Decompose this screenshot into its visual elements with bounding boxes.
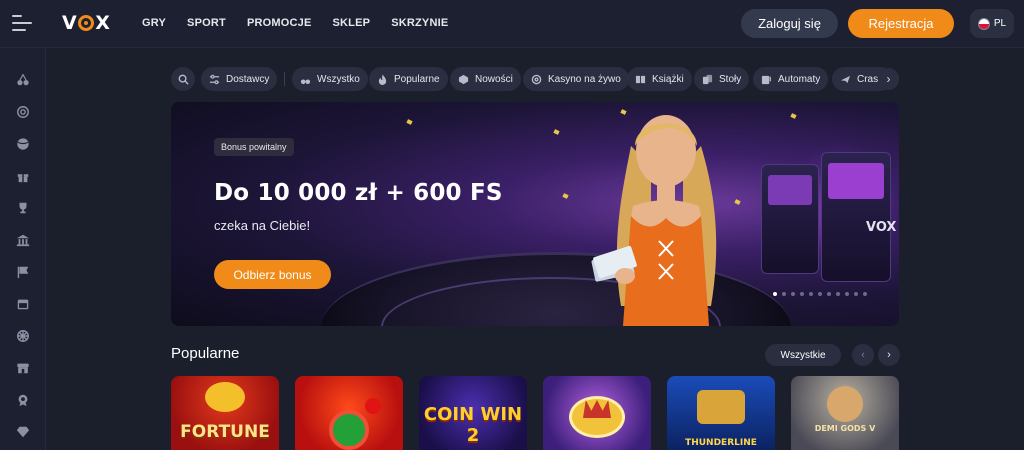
poland-flag-icon [977, 17, 990, 30]
gift-icon[interactable] [15, 168, 31, 184]
language-code: PL [993, 18, 1007, 29]
sidebar [0, 48, 46, 450]
target-icon[interactable] [15, 104, 31, 120]
filter-popularne[interactable]: Popularne [369, 67, 448, 91]
cherries-icon [300, 74, 311, 85]
cube-icon [458, 74, 469, 85]
filter-label: Książki [652, 73, 684, 85]
calendar-icon[interactable] [15, 296, 31, 312]
slot-machine-graphic [821, 152, 891, 282]
nav-sport[interactable]: SPORT [187, 17, 226, 29]
providers-label: Dostawcy [226, 73, 270, 85]
flag-icon[interactable] [15, 264, 31, 280]
language-selector[interactable]: PL [970, 9, 1014, 38]
game-title: THUNDERLINE [685, 438, 757, 448]
wheel-icon[interactable] [15, 328, 31, 344]
promo-banner[interactable]: VOX Bonus powitalny Do 10 000 zł + 600 F… [171, 102, 899, 326]
game-tile-crown-slot[interactable] [543, 376, 651, 450]
nav-skrzynie[interactable]: SKRZYNIE [391, 17, 448, 29]
filter-kasyno-na-zywo[interactable]: Kasyno na żywo [523, 67, 629, 91]
login-button[interactable]: Zaloguj się [741, 9, 838, 38]
slider-dot[interactable] [773, 292, 777, 296]
chip-icon [531, 74, 542, 85]
filter-nowosci[interactable]: Nowości [450, 67, 521, 91]
sliders-icon [209, 74, 220, 85]
filter-ksiazki[interactable]: Książki [627, 67, 692, 91]
medal-icon[interactable] [15, 392, 31, 408]
game-tile-demi-gods[interactable]: DEMI GODS V [791, 376, 899, 450]
chevron-right-icon: › [886, 72, 891, 86]
filters-scroll-right-button[interactable]: › [878, 68, 899, 90]
slider-dot[interactable] [836, 292, 840, 296]
diamond-icon[interactable] [15, 424, 31, 440]
main-nav: GRY SPORT PROMOCJE SKLEP SKRZYNIE [142, 17, 469, 29]
slider-dot[interactable] [818, 292, 822, 296]
trophy-icon[interactable] [15, 200, 31, 216]
banner-headline: Do 10 000 zł + 600 FS [214, 180, 503, 206]
vox-sign: VOX [866, 220, 897, 235]
category-filter-bar: Dostawcy Wszystko Popularne Nowości Kasy… [171, 67, 899, 91]
plane-icon [840, 74, 851, 85]
game-title: FORTUNE [180, 422, 270, 442]
game-tile-thunderline[interactable]: THUNDERLINE [667, 376, 775, 450]
welcome-bonus-badge: Bonus powitalny [214, 138, 294, 156]
search-icon [178, 74, 189, 85]
game-tile-fruit-slot[interactable] [295, 376, 403, 450]
carousel-prev-button[interactable]: ‹ [852, 344, 874, 366]
chevron-left-icon: ‹ [861, 349, 865, 361]
slider-dot[interactable] [800, 292, 804, 296]
menu-icon[interactable] [12, 13, 34, 33]
search-button[interactable] [171, 67, 195, 91]
filter-automaty[interactable]: Automaty [753, 67, 829, 91]
filter-label: Nowości [475, 73, 513, 85]
game-tile-coin-win-2[interactable]: COIN WIN 2 [419, 376, 527, 450]
see-all-button[interactable]: Wszystkie [765, 344, 841, 366]
shop-icon[interactable] [15, 360, 31, 376]
slider-dot[interactable] [809, 292, 813, 296]
filter-label: Automaty [778, 73, 821, 85]
vox-logo[interactable]: VX [62, 12, 110, 34]
filter-label: Kasyno na żywo [548, 73, 621, 85]
slot-machine-graphic [761, 164, 819, 274]
filter-label: Popularne [394, 73, 440, 85]
slider-pagination [773, 292, 867, 296]
game-title: DEMI GODS V [814, 424, 876, 433]
nav-sklep[interactable]: SKLEP [333, 17, 371, 29]
book-icon [635, 74, 646, 85]
slider-dot[interactable] [863, 292, 867, 296]
slider-dot[interactable] [845, 292, 849, 296]
banner-subline: czeka na Ciebie! [214, 218, 311, 233]
section-title-popular: Popularne [171, 345, 240, 362]
cards-icon [702, 74, 713, 85]
bank-icon[interactable] [15, 232, 31, 248]
filter-divider [284, 72, 285, 86]
carousel-next-button[interactable]: › [878, 344, 900, 366]
claim-bonus-button[interactable]: Odbierz bonus [214, 260, 331, 289]
filter-label: Stoły [719, 73, 742, 85]
cherries-icon[interactable] [15, 72, 31, 88]
providers-filter[interactable]: Dostawcy [201, 67, 278, 91]
chevron-right-icon: › [887, 349, 891, 361]
slider-dot[interactable] [827, 292, 831, 296]
filter-label: Wszystko [317, 73, 360, 85]
hostess-illustration [591, 115, 717, 326]
slider-dot[interactable] [854, 292, 858, 296]
top-header: VX GRY SPORT PROMOCJE SKLEP SKRZYNIE Zal… [0, 0, 1024, 48]
ball-icon[interactable] [15, 136, 31, 152]
slot-icon [761, 74, 772, 85]
nav-promocje[interactable]: PROMOCJE [247, 17, 312, 29]
slider-dot[interactable] [782, 292, 786, 296]
slider-dot[interactable] [791, 292, 795, 296]
flame-icon [377, 73, 388, 85]
nav-gry[interactable]: GRY [142, 17, 166, 29]
game-title: COIN WIN 2 [423, 404, 523, 446]
register-button[interactable]: Rejestracja [848, 9, 954, 38]
filter-stoly[interactable]: Stoły [694, 67, 750, 91]
game-tile-fortune-bags[interactable]: FORTUNE [171, 376, 279, 450]
filter-wszystko[interactable]: Wszystko [292, 67, 368, 91]
